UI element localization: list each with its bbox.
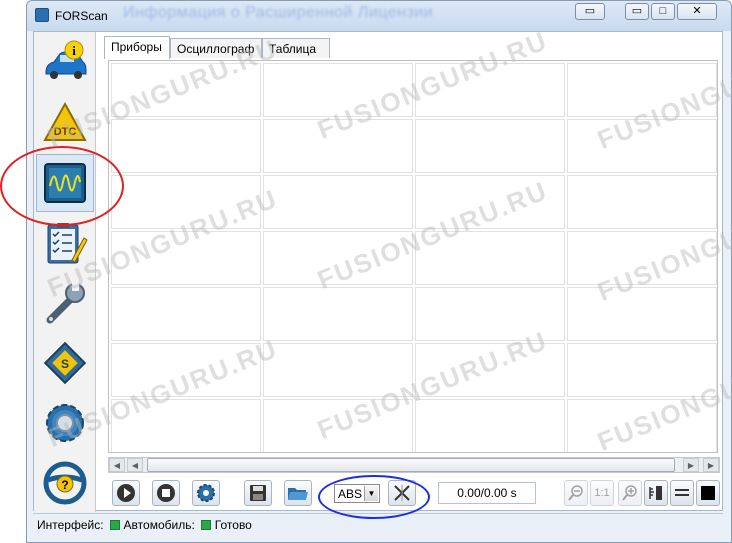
gauge-cell[interactable]: [263, 399, 413, 452]
title-bar: FORScan Информация о Расширенной Лицензи…: [27, 1, 731, 31]
zoom-reset-button[interactable]: 1:1: [590, 480, 614, 506]
horizontal-scrollbar[interactable]: ◀ ◀ ▶ ▶: [108, 457, 720, 473]
gauge-cell[interactable]: [415, 399, 565, 452]
car-info-icon: i: [45, 40, 87, 79]
scroll-first-icon[interactable]: ◀: [109, 458, 125, 472]
zoom-out-icon: [568, 485, 583, 501]
gauge-cell[interactable]: [111, 175, 261, 229]
floppy-disk-icon: [250, 485, 266, 501]
sidebar-item-dtc[interactable]: DTC: [36, 94, 94, 152]
gauge-cell[interactable]: [415, 63, 565, 117]
gauge-cell[interactable]: [415, 231, 565, 285]
extra-window-icon[interactable]: ▭: [575, 3, 605, 20]
vehicle-label: Автомобиль:: [123, 518, 195, 532]
zoom-out-button[interactable]: [564, 480, 588, 506]
gauge-cell[interactable]: [263, 63, 413, 117]
gauge-cell[interactable]: [567, 175, 717, 229]
folder-open-icon: [288, 488, 308, 500]
blue-circle-annotation: [318, 475, 430, 519]
color-button[interactable]: [696, 480, 720, 506]
stop-button[interactable]: [152, 480, 180, 506]
open-button[interactable]: [284, 480, 312, 506]
save-button[interactable]: [244, 480, 272, 506]
ready-label: Готово: [214, 518, 252, 532]
sidebar-item-configuration[interactable]: S: [36, 334, 94, 392]
gauge-cell[interactable]: [567, 287, 717, 341]
gear-icon: [46, 404, 84, 442]
forscan-app-icon: [35, 8, 49, 22]
stop-icon: [157, 484, 175, 502]
horizontal-lines-icon: [675, 489, 689, 496]
zoom-in-icon: [622, 485, 637, 501]
gauge-cell[interactable]: [263, 231, 413, 285]
minimize-button[interactable]: ▭: [625, 3, 649, 20]
tab-gauges[interactable]: Приборы: [104, 36, 170, 59]
gauge-cell[interactable]: [111, 231, 261, 285]
gauge-cell[interactable]: [567, 231, 717, 285]
settings-button[interactable]: [192, 480, 220, 506]
play-button[interactable]: [112, 480, 140, 506]
close-button[interactable]: ✕: [677, 3, 717, 20]
svg-text:DTC: DTC: [54, 126, 77, 138]
gauge-cell[interactable]: [263, 343, 413, 397]
gear-icon: [197, 484, 215, 502]
gauge-cell[interactable]: [111, 119, 261, 173]
scroll-right-icon[interactable]: ▶: [683, 458, 699, 472]
wrench-icon: [46, 282, 85, 324]
red-circle-annotation: [0, 146, 124, 226]
scroll-last-icon[interactable]: ▶: [703, 458, 719, 472]
gauge-grid: [108, 60, 718, 453]
gauge-cell[interactable]: [567, 343, 717, 397]
ruler-button[interactable]: [644, 480, 668, 506]
checklist-icon: [47, 223, 88, 264]
black-square-icon: [701, 486, 715, 500]
gauge-cell[interactable]: [567, 63, 717, 117]
chip-icon: S: [43, 341, 87, 385]
sidebar-item-vehicle-info[interactable]: i: [36, 34, 94, 92]
maximize-button[interactable]: □: [651, 3, 675, 20]
gauge-cell[interactable]: [415, 287, 565, 341]
svg-text:i: i: [72, 43, 76, 58]
sidebar-item-help[interactable]: ?: [36, 454, 94, 512]
sidebar: i DTC S ?: [34, 32, 96, 512]
gauge-cell[interactable]: [415, 119, 565, 173]
tab-table[interactable]: Таблица: [262, 38, 330, 58]
scroll-left-icon[interactable]: ◀: [127, 458, 143, 472]
status-text: Интерфейс: Автомобиль: Готово: [37, 518, 252, 532]
zoom-in-button[interactable]: [618, 480, 642, 506]
client-area: i DTC S ? Приборы Осциллограф Таблица ◀ …: [33, 31, 723, 512]
line-style-button[interactable]: [670, 480, 694, 506]
svg-text:S: S: [61, 357, 69, 371]
interface-status-indicator: [109, 520, 120, 530]
interface-label: Интерфейс:: [37, 518, 104, 532]
vehicle-status-indicator: [200, 520, 211, 530]
gauge-cell[interactable]: [111, 63, 261, 117]
gauge-cell[interactable]: [415, 343, 565, 397]
gauge-cell[interactable]: [111, 399, 261, 452]
blurred-license-title: Информация о Расширенной Лицензии: [123, 4, 434, 21]
time-readout: 0.00/0.00 s: [438, 482, 536, 504]
dtc-warning-icon: DTC: [43, 101, 87, 141]
scroll-thumb[interactable]: [147, 458, 675, 472]
gauge-cell[interactable]: [567, 399, 717, 452]
play-icon: [117, 484, 135, 502]
gauge-cell[interactable]: [263, 175, 413, 229]
gauge-cell[interactable]: [111, 287, 261, 341]
sidebar-item-service[interactable]: [36, 274, 94, 332]
gauge-cell[interactable]: [567, 119, 717, 173]
ruler-icon: [649, 486, 662, 500]
gauge-cell[interactable]: [111, 343, 261, 397]
sidebar-item-settings[interactable]: [36, 394, 94, 452]
tab-oscilloscope[interactable]: Осциллограф: [170, 38, 262, 58]
svg-text:?: ?: [61, 478, 68, 492]
steering-help-icon: ?: [43, 461, 87, 505]
gauge-cell[interactable]: [263, 287, 413, 341]
gauge-cell[interactable]: [263, 119, 413, 173]
gauge-cell[interactable]: [415, 175, 565, 229]
app-window: FORScan Информация о Расширенной Лицензи…: [26, 0, 732, 543]
window-title: FORScan: [55, 9, 108, 23]
